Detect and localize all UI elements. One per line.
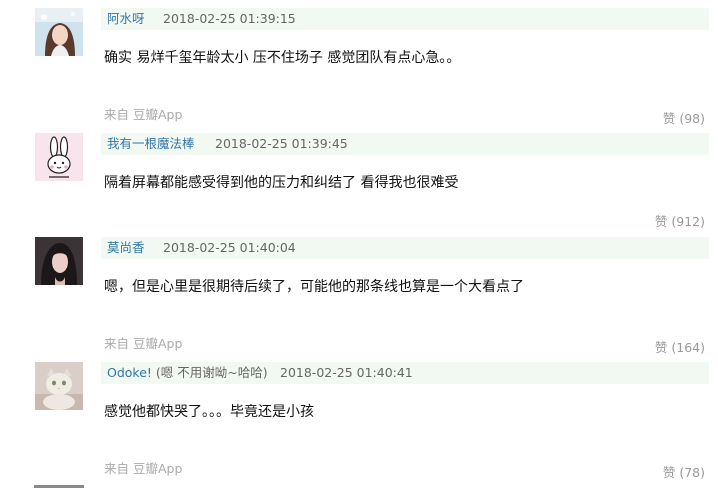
author-name[interactable]: Odoke! bbox=[107, 365, 152, 380]
author-note: (嗯 不用谢呦~哈哈) bbox=[155, 365, 268, 380]
avatar[interactable] bbox=[35, 362, 83, 410]
author-link[interactable]: Odoke! (嗯 不用谢呦~哈哈) bbox=[107, 362, 268, 384]
comment-header: Odoke! (嗯 不用谢呦~哈哈) 2018-02-25 01:40:41 bbox=[101, 362, 709, 384]
comment-item: Odoke! (嗯 不用谢呦~哈哈) 2018-02-25 01:40:41 感… bbox=[0, 0, 718, 480]
comment-time: 2018-02-25 01:40:41 bbox=[280, 365, 413, 380]
vote-button[interactable]: 赞 (78) bbox=[663, 462, 705, 481]
comment-text: 感觉他都快哭了。。。毕竟还是小孩 bbox=[104, 404, 314, 420]
comment-source: 来自 豆瓣App bbox=[104, 461, 183, 476]
